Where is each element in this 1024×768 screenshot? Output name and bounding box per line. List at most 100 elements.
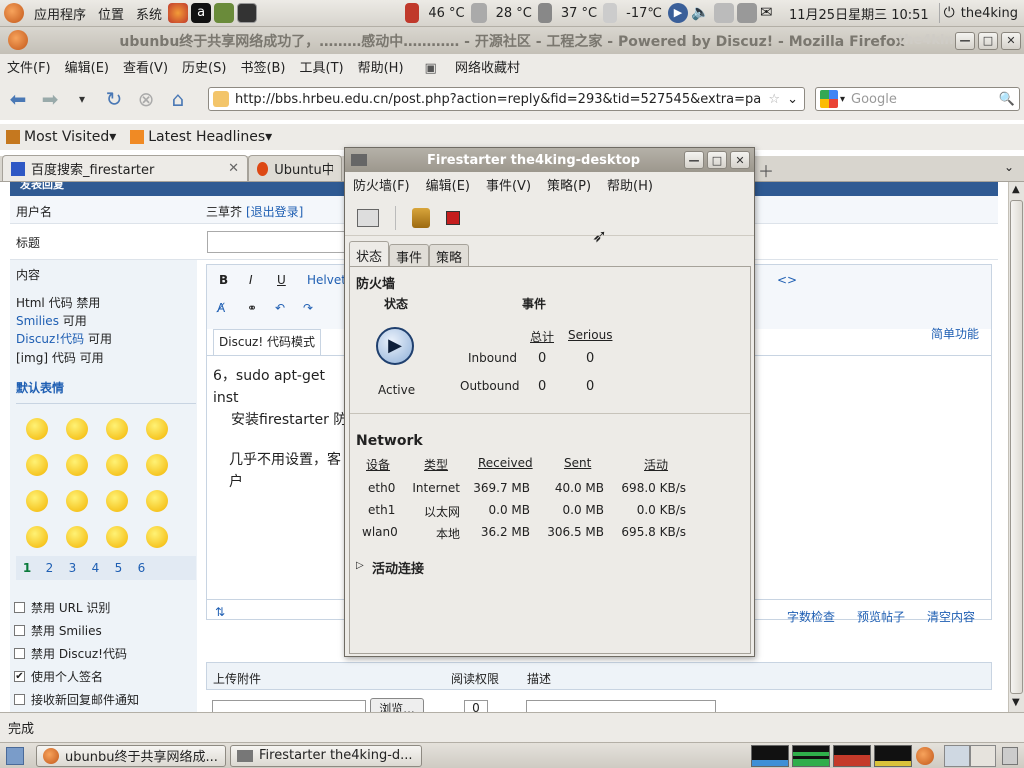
gnome-foot-icon[interactable] <box>4 3 24 23</box>
permission-input[interactable]: 0 <box>464 700 488 712</box>
browse-button[interactable]: 浏览... <box>370 698 424 712</box>
search-icon[interactable]: 🔍 <box>999 92 1015 107</box>
subject-input[interactable] <box>207 231 347 253</box>
emoticon[interactable] <box>26 526 48 548</box>
option-disable-url[interactable]: 禁用 URL 识别 <box>14 596 200 619</box>
menu-help[interactable]: 帮助(H) <box>351 57 411 76</box>
task-firestarter[interactable]: Firestarter the4king-d... <box>230 744 422 767</box>
volume-icon[interactable]: 🔈 <box>691 3 711 23</box>
emoticon[interactable] <box>66 454 88 476</box>
expander-arrow-icon[interactable]: ▷ <box>356 560 364 571</box>
menu-bookmarks[interactable]: 书签(B) <box>233 57 292 76</box>
emoticon[interactable] <box>26 490 48 512</box>
logout-link[interactable]: [退出登录] <box>246 203 303 220</box>
emoticon[interactable] <box>106 418 128 440</box>
tab-events[interactable]: 事件 <box>389 244 430 268</box>
scroll-down-icon[interactable]: ▼ <box>1012 697 1020 708</box>
emoticon[interactable] <box>66 526 88 548</box>
preferences-icon[interactable] <box>357 208 379 227</box>
fs-menu-help[interactable]: 帮助(H) <box>599 175 661 194</box>
new-tab-icon[interactable]: ＋ <box>758 158 774 182</box>
tab-discuz-mode[interactable]: Discuz! 代码模式 <box>213 329 321 355</box>
user-name[interactable]: the4king <box>955 6 1024 21</box>
emoticon[interactable] <box>146 526 168 548</box>
emoticon[interactable] <box>146 418 168 440</box>
menu-favorites[interactable]: ▣ 网络收藏村 <box>411 57 534 76</box>
word-count-link[interactable]: 字数检查 <box>787 608 835 625</box>
url-bar[interactable]: http://bbs.hrbeu.edu.cn/post.php?action=… <box>208 87 805 111</box>
history-dropdown-icon[interactable]: ▾ <box>68 85 96 113</box>
emoticon[interactable] <box>106 490 128 512</box>
search-placeholder[interactable]: Google <box>851 92 897 107</box>
clear-link[interactable]: 清空内容 <box>927 608 975 625</box>
datetime[interactable]: 11月25日星期三 10:51 <box>783 4 935 23</box>
minimize-button[interactable]: — <box>955 31 975 50</box>
bold-button[interactable]: B <box>219 273 228 287</box>
code-icon[interactable]: <> <box>777 273 797 287</box>
fs-menu-firewall[interactable]: 防火墙(F) <box>345 175 418 194</box>
menu-edit[interactable]: 编辑(E) <box>58 57 116 76</box>
checkbox[interactable] <box>14 694 25 705</box>
emoticon[interactable] <box>106 526 128 548</box>
fs-minimize-button[interactable]: — <box>684 151 704 169</box>
mail-icon[interactable]: ✉ <box>760 3 780 23</box>
power-icon[interactable]: ⏻ <box>944 5 955 21</box>
scroll-thumb[interactable] <box>1010 200 1023 694</box>
option-email-notify[interactable]: 接收新回复邮件通知 <box>14 688 200 711</box>
redo-icon[interactable]: ↷ <box>303 301 313 315</box>
back-arrow-icon[interactable]: ⬅ <box>4 85 32 113</box>
emoticon-page-3[interactable]: 3 <box>61 561 84 575</box>
menu-places[interactable]: 位置 <box>92 4 130 23</box>
emoticon[interactable] <box>106 454 128 476</box>
underline-button[interactable]: U <box>277 273 286 287</box>
discuz-code-link[interactable]: Discuz!代码 <box>16 332 84 346</box>
emoticon[interactable] <box>66 418 88 440</box>
tab-close-icon[interactable]: ✕ <box>228 161 239 176</box>
engine-dropdown-icon[interactable]: ▾ <box>840 94 845 105</box>
checkbox[interactable] <box>14 602 25 613</box>
url-dropdown-icon[interactable]: ⌄ <box>787 92 798 107</box>
reload-icon[interactable]: ↻ <box>100 85 128 113</box>
emoticon-page-5[interactable]: 5 <box>107 561 130 575</box>
active-connections-expander[interactable]: 活动连接 <box>372 558 424 577</box>
menu-applications[interactable]: 应用程序 <box>28 4 92 23</box>
menu-view[interactable]: 查看(V) <box>116 57 175 76</box>
tab-list-icon[interactable]: ⌄ <box>1004 160 1014 174</box>
tab-baidu[interactable]: 百度搜索_firestarter ✕ <box>2 155 248 181</box>
emoticon[interactable] <box>26 454 48 476</box>
tab-status[interactable]: 状态 <box>349 241 390 268</box>
star-icon[interactable]: ☆ <box>768 92 780 107</box>
url-text[interactable]: http://bbs.hrbeu.edu.cn/post.php?action=… <box>235 92 761 107</box>
checkbox[interactable] <box>14 648 25 659</box>
link-icon[interactable]: ⚭ <box>247 301 257 315</box>
checkbox[interactable] <box>14 625 25 636</box>
trash-icon[interactable] <box>1002 746 1018 765</box>
fs-menu-events[interactable]: 事件(V) <box>478 175 539 194</box>
firewall-running-icon[interactable]: ▶ <box>376 327 414 365</box>
emoticon-page-6[interactable]: 6 <box>130 561 153 575</box>
amarok-launcher-icon[interactable]: a <box>191 3 212 23</box>
search-bar[interactable]: ▾ Google 🔍 <box>815 87 1020 111</box>
firefox-tray-icon[interactable] <box>916 746 934 765</box>
editor-text[interactable]: 6，sudo apt-get inst 安装firestarter 防 几乎不用… <box>213 365 353 493</box>
fs-menu-policy[interactable]: 策略(P) <box>539 175 599 194</box>
latest-headlines[interactable]: Latest Headlines ▾ <box>130 129 272 145</box>
most-visited[interactable]: Most Visited ▾ <box>6 129 116 145</box>
upload-file-input[interactable] <box>212 700 366 712</box>
stop-icon[interactable]: ⊗ <box>132 85 160 113</box>
firefox-titlebar[interactable]: ubunbu终于共享网络成功了，………感动中………… - 开源社区 - 工程之家… <box>0 27 1024 54</box>
resize-icon[interactable]: ⇅ <box>215 605 225 619</box>
emoticon-page-2[interactable]: 2 <box>38 561 61 575</box>
clear-format-icon[interactable]: A̸ <box>217 301 225 315</box>
menu-system[interactable]: 系统 <box>130 4 168 23</box>
emoticon[interactable] <box>66 490 88 512</box>
italic-button[interactable]: I <box>249 273 253 287</box>
lock-icon[interactable] <box>412 207 430 228</box>
emoticon[interactable] <box>146 490 168 512</box>
option-signature[interactable]: ✔ 使用个人签名 <box>14 665 200 688</box>
option-disable-smilies[interactable]: 禁用 Smilies <box>14 619 200 642</box>
tab-policy[interactable]: 策略 <box>429 244 470 268</box>
workspace-1[interactable] <box>944 744 970 767</box>
home-icon[interactable]: ⌂ <box>164 85 192 113</box>
show-desktop-icon[interactable] <box>6 746 24 765</box>
